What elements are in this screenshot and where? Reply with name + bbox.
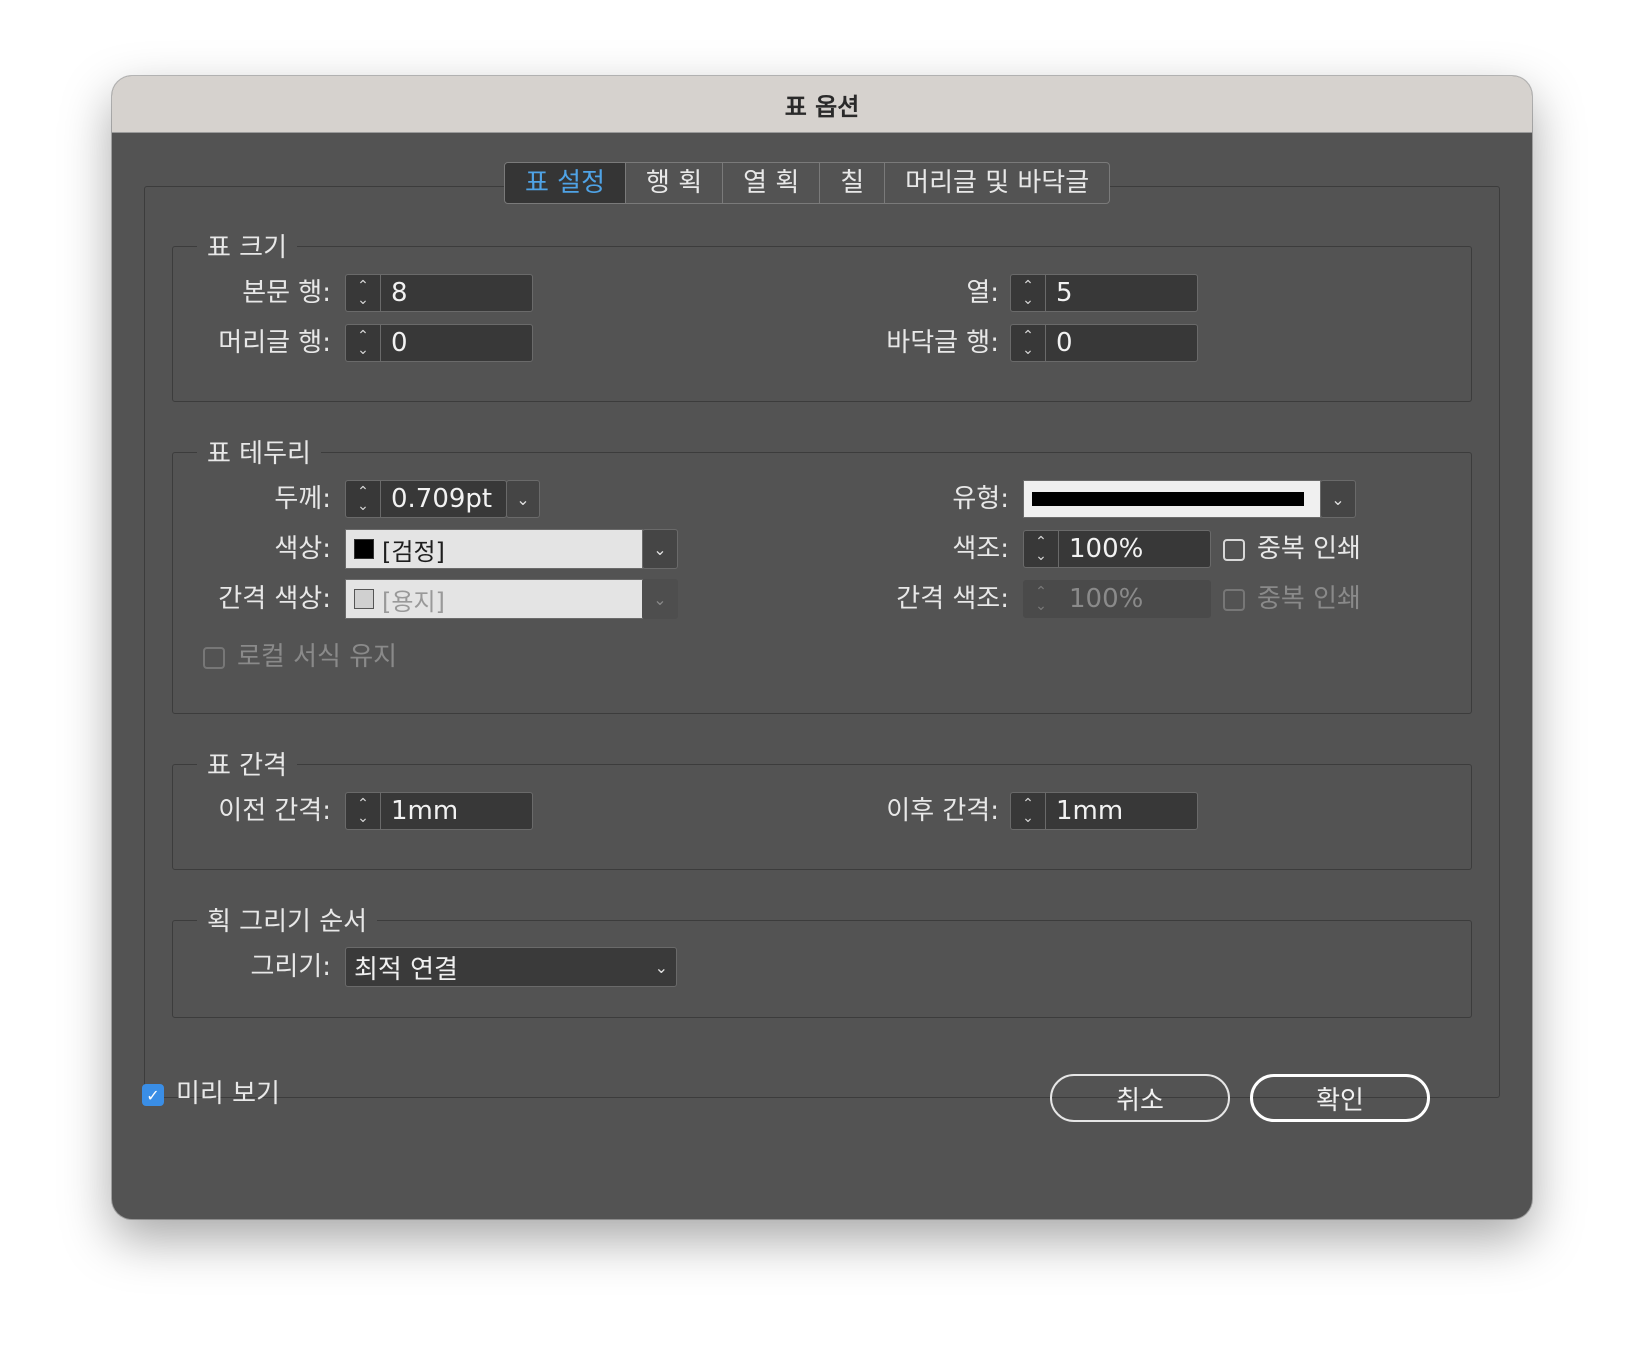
draw-select[interactable]: 최적 연결 ⌄ (345, 947, 677, 987)
columns-label: 열: (966, 278, 999, 308)
stepper-arrows-icon[interactable]: ⌃ ⌄ (1011, 275, 1046, 311)
body-rows-label: 본문 행: (242, 278, 331, 308)
header-rows-stepper[interactable]: ⌃ ⌄ 0 (345, 324, 533, 362)
gap-tint-value[interactable]: 100% (1059, 584, 1143, 614)
header-rows-value[interactable]: 0 (381, 328, 408, 358)
space-before-label: 이전 간격: (218, 796, 331, 826)
table-border-group: 표 테두리 두께: ⌃ ⌄ 0.709pt ⌄ 색상: [검정] ⌄ 간격 색상:… (172, 433, 1472, 714)
footer-rows-value[interactable]: 0 (1046, 328, 1073, 358)
type-dropdown-chevron-icon[interactable]: ⌄ (1320, 480, 1356, 518)
cancel-button[interactable]: 취소 (1050, 1074, 1230, 1122)
gap-overprint-checkbox[interactable] (1223, 589, 1245, 611)
preserve-local-label: 로컬 서식 유지 (237, 642, 398, 672)
stepper-arrows-icon[interactable]: ⌃ ⌄ (1024, 531, 1059, 567)
stepper-arrows-icon[interactable]: ⌃ ⌄ (1011, 793, 1046, 829)
stepper-arrows-icon[interactable]: ⌃ ⌄ (346, 325, 381, 361)
tab-bar: 표 설정 행 획 열 획 칠 머리글 및 바닥글 (504, 162, 1111, 204)
space-after-value[interactable]: 1mm (1046, 796, 1123, 826)
table-border-title: 표 테두리 (197, 433, 321, 470)
checkmark-icon: ✓ (146, 1085, 160, 1105)
footer-rows-label: 바닥글 행: (886, 328, 999, 358)
draw-value: 최적 연결 (354, 954, 458, 985)
stroke-order-group: 획 그리기 순서 그리기: 최적 연결 ⌄ (172, 901, 1472, 1018)
tint-label: 색조: (952, 534, 1009, 564)
type-select[interactable] (1023, 480, 1321, 518)
stroke-order-title: 획 그리기 순서 (197, 901, 378, 938)
color-select[interactable]: [검정] (345, 529, 643, 569)
stepper-arrows-icon[interactable]: ⌃ ⌄ (346, 481, 381, 517)
tab-fills[interactable]: 칠 (820, 163, 886, 203)
type-label: 유형: (952, 484, 1009, 514)
overprint-label: 중복 인쇄 (1257, 534, 1361, 564)
columns-value[interactable]: 5 (1046, 278, 1073, 308)
header-rows-label: 머리글 행: (218, 328, 331, 358)
weight-value[interactable]: 0.709pt (381, 484, 492, 514)
gap-overprint-label: 중복 인쇄 (1257, 584, 1361, 614)
footer-rows-stepper[interactable]: ⌃ ⌄ 0 (1010, 324, 1198, 362)
table-spacing-group: 표 간격 이전 간격: ⌃ ⌄ 1mm 이후 간격: ⌃ ⌄ 1mm (172, 745, 1472, 870)
table-spacing-title: 표 간격 (197, 745, 298, 782)
preserve-local-checkbox[interactable] (203, 647, 225, 669)
paper-swatch-icon (354, 589, 374, 609)
tab-column-strokes[interactable]: 열 획 (723, 163, 821, 203)
space-before-stepper[interactable]: ⌃ ⌄ 1mm (345, 792, 533, 830)
stepper-arrows-icon[interactable]: ⌃ ⌄ (1024, 581, 1059, 617)
space-before-value[interactable]: 1mm (381, 796, 458, 826)
preview-label: 미리 보기 (176, 1079, 280, 1109)
solid-line-icon (1032, 492, 1304, 506)
table-size-group: 표 크기 본문 행: ⌃ ⌄ 8 머리글 행: ⌃ ⌄ 0 열: ⌃ ⌄ 5 바닥글 … (172, 227, 1472, 402)
black-swatch-icon (354, 539, 374, 559)
color-label: 색상: (274, 534, 331, 564)
weight-stepper[interactable]: ⌃ ⌄ 0.709pt (345, 480, 507, 518)
color-dropdown-chevron-icon[interactable]: ⌄ (642, 529, 678, 569)
chevron-down-icon: ⌄ (654, 957, 668, 977)
tint-value[interactable]: 100% (1059, 534, 1143, 564)
gap-color-dropdown-chevron-icon[interactable]: ⌄ (642, 579, 678, 619)
weight-label: 두께: (274, 484, 331, 514)
tab-row-strokes[interactable]: 행 획 (626, 163, 724, 203)
preview-checkbox[interactable]: ✓ (142, 1084, 164, 1106)
tab-headers-footers[interactable]: 머리글 및 바닥글 (885, 163, 1109, 203)
stepper-arrows-icon[interactable]: ⌃ ⌄ (346, 275, 381, 311)
gap-color-select[interactable]: [용지] (345, 579, 643, 619)
color-value: [검정] (382, 537, 445, 566)
gap-color-value: [용지] (382, 587, 445, 616)
tint-stepper[interactable]: ⌃ ⌄ 100% (1023, 530, 1211, 568)
dialog-title: 표 옵션 (784, 92, 860, 121)
overprint-checkbox[interactable] (1223, 539, 1245, 561)
gap-tint-stepper[interactable]: ⌃ ⌄ 100% (1023, 580, 1211, 618)
stepper-arrows-icon[interactable]: ⌃ ⌄ (1011, 325, 1046, 361)
gap-tint-label: 간격 색조: (896, 584, 1009, 614)
stepper-arrows-icon[interactable]: ⌃ ⌄ (346, 793, 381, 829)
table-options-dialog: 표 옵션 표 설정 행 획 열 획 칠 머리글 및 바닥글 표 크기 본문 행:… (112, 76, 1532, 1219)
space-after-stepper[interactable]: ⌃ ⌄ 1mm (1010, 792, 1198, 830)
title-bar: 표 옵션 (112, 76, 1532, 133)
draw-label: 그리기: (250, 952, 331, 982)
body-rows-value[interactable]: 8 (381, 278, 408, 308)
weight-dropdown-chevron-icon[interactable]: ⌄ (506, 480, 540, 518)
ok-button[interactable]: 확인 (1250, 1074, 1430, 1122)
space-after-label: 이후 간격: (886, 796, 999, 826)
columns-stepper[interactable]: ⌃ ⌄ 5 (1010, 274, 1198, 312)
gap-color-label: 간격 색상: (218, 584, 331, 614)
body-rows-stepper[interactable]: ⌃ ⌄ 8 (345, 274, 533, 312)
tab-table-setup[interactable]: 표 설정 (505, 163, 627, 203)
table-size-title: 표 크기 (197, 227, 298, 264)
